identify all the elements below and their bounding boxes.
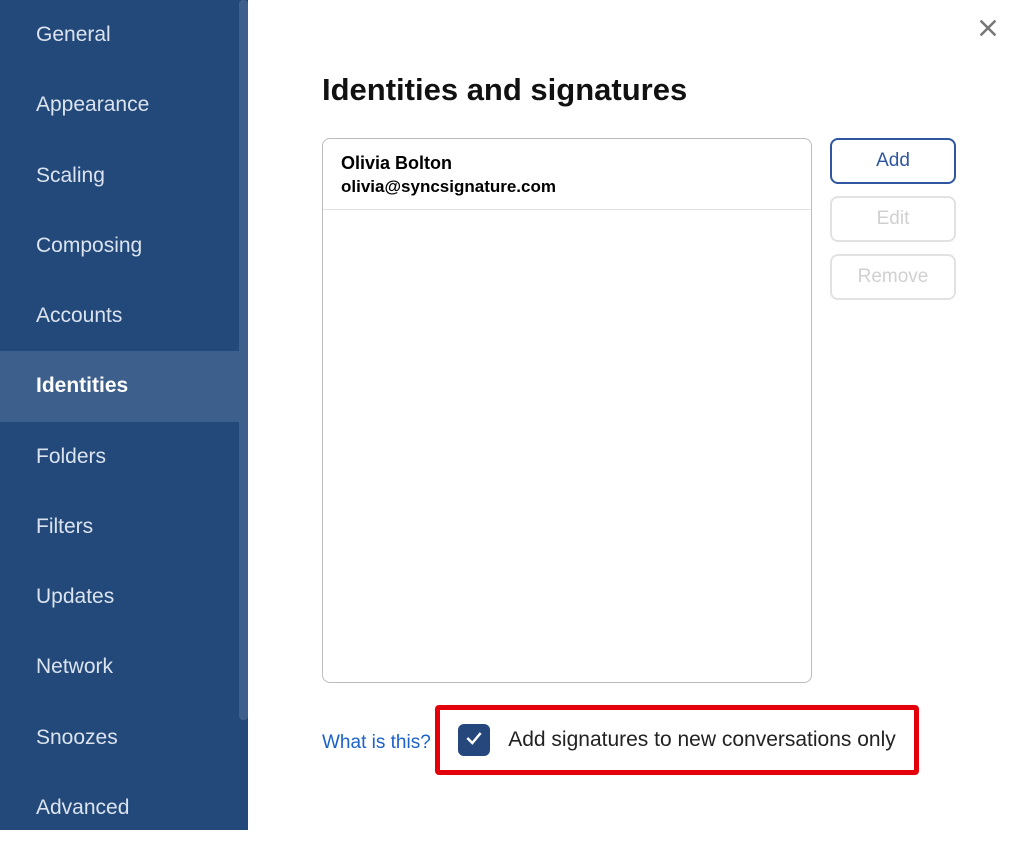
settings-sidebar: General Appearance Scaling Composing Acc… <box>0 0 248 830</box>
checkbox-label: Add signatures to new conversations only <box>508 728 896 752</box>
identity-action-buttons: Add Edit Remove <box>830 138 956 300</box>
sidebar-item-snoozes[interactable]: Snoozes <box>0 703 248 773</box>
main-panel: Identities and signatures Olivia Bolton … <box>248 0 1024 830</box>
sidebar-item-label: General <box>36 23 111 46</box>
sidebar-item-composing[interactable]: Composing <box>0 211 248 281</box>
sidebar-item-label: Folders <box>36 445 106 468</box>
sidebar-item-label: Identities <box>36 374 128 397</box>
sidebar-item-identities[interactable]: Identities <box>0 351 248 421</box>
add-identity-button[interactable]: Add <box>830 138 956 184</box>
close-button[interactable] <box>974 16 1002 44</box>
sidebar-item-appearance[interactable]: Appearance <box>0 70 248 140</box>
identity-name: Olivia Bolton <box>341 153 793 174</box>
sidebar-item-label: Network <box>36 655 113 678</box>
sidebar-item-updates[interactable]: Updates <box>0 562 248 632</box>
sidebar-item-folders[interactable]: Folders <box>0 422 248 492</box>
sidebar-item-label: Advanced <box>36 796 129 819</box>
close-icon <box>978 18 998 43</box>
sidebar-item-advanced[interactable]: Advanced <box>0 773 248 843</box>
sidebar-scroll-indicator[interactable] <box>239 0 248 720</box>
sidebar-item-label: Appearance <box>36 93 149 116</box>
signature-option-highlight: Add signatures to new conversations only <box>435 705 919 775</box>
remove-identity-button: Remove <box>830 254 956 300</box>
identities-row: Olivia Bolton olivia@syncsignature.com A… <box>322 138 964 683</box>
sidebar-item-label: Scaling <box>36 164 105 187</box>
sidebar-item-label: Filters <box>36 515 93 538</box>
sidebar-item-scaling[interactable]: Scaling <box>0 141 248 211</box>
edit-identity-button: Edit <box>830 196 956 242</box>
page-title: Identities and signatures <box>322 72 964 108</box>
sidebar-item-label: Accounts <box>36 304 122 327</box>
what-is-this-link[interactable]: What is this? <box>322 732 431 754</box>
sidebar-item-accounts[interactable]: Accounts <box>0 281 248 351</box>
sidebar-item-general[interactable]: General <box>0 0 248 70</box>
sidebar-item-filters[interactable]: Filters <box>0 492 248 562</box>
identity-email: olivia@syncsignature.com <box>341 177 793 197</box>
signatures-new-conversations-checkbox[interactable] <box>458 724 490 756</box>
identity-entry[interactable]: Olivia Bolton olivia@syncsignature.com <box>323 139 811 210</box>
sidebar-item-label: Composing <box>36 234 142 257</box>
sidebar-item-label: Updates <box>36 585 114 608</box>
checkmark-icon <box>464 728 484 753</box>
sidebar-item-label: Snoozes <box>36 726 118 749</box>
identities-list: Olivia Bolton olivia@syncsignature.com <box>322 138 812 683</box>
sidebar-item-network[interactable]: Network <box>0 632 248 702</box>
